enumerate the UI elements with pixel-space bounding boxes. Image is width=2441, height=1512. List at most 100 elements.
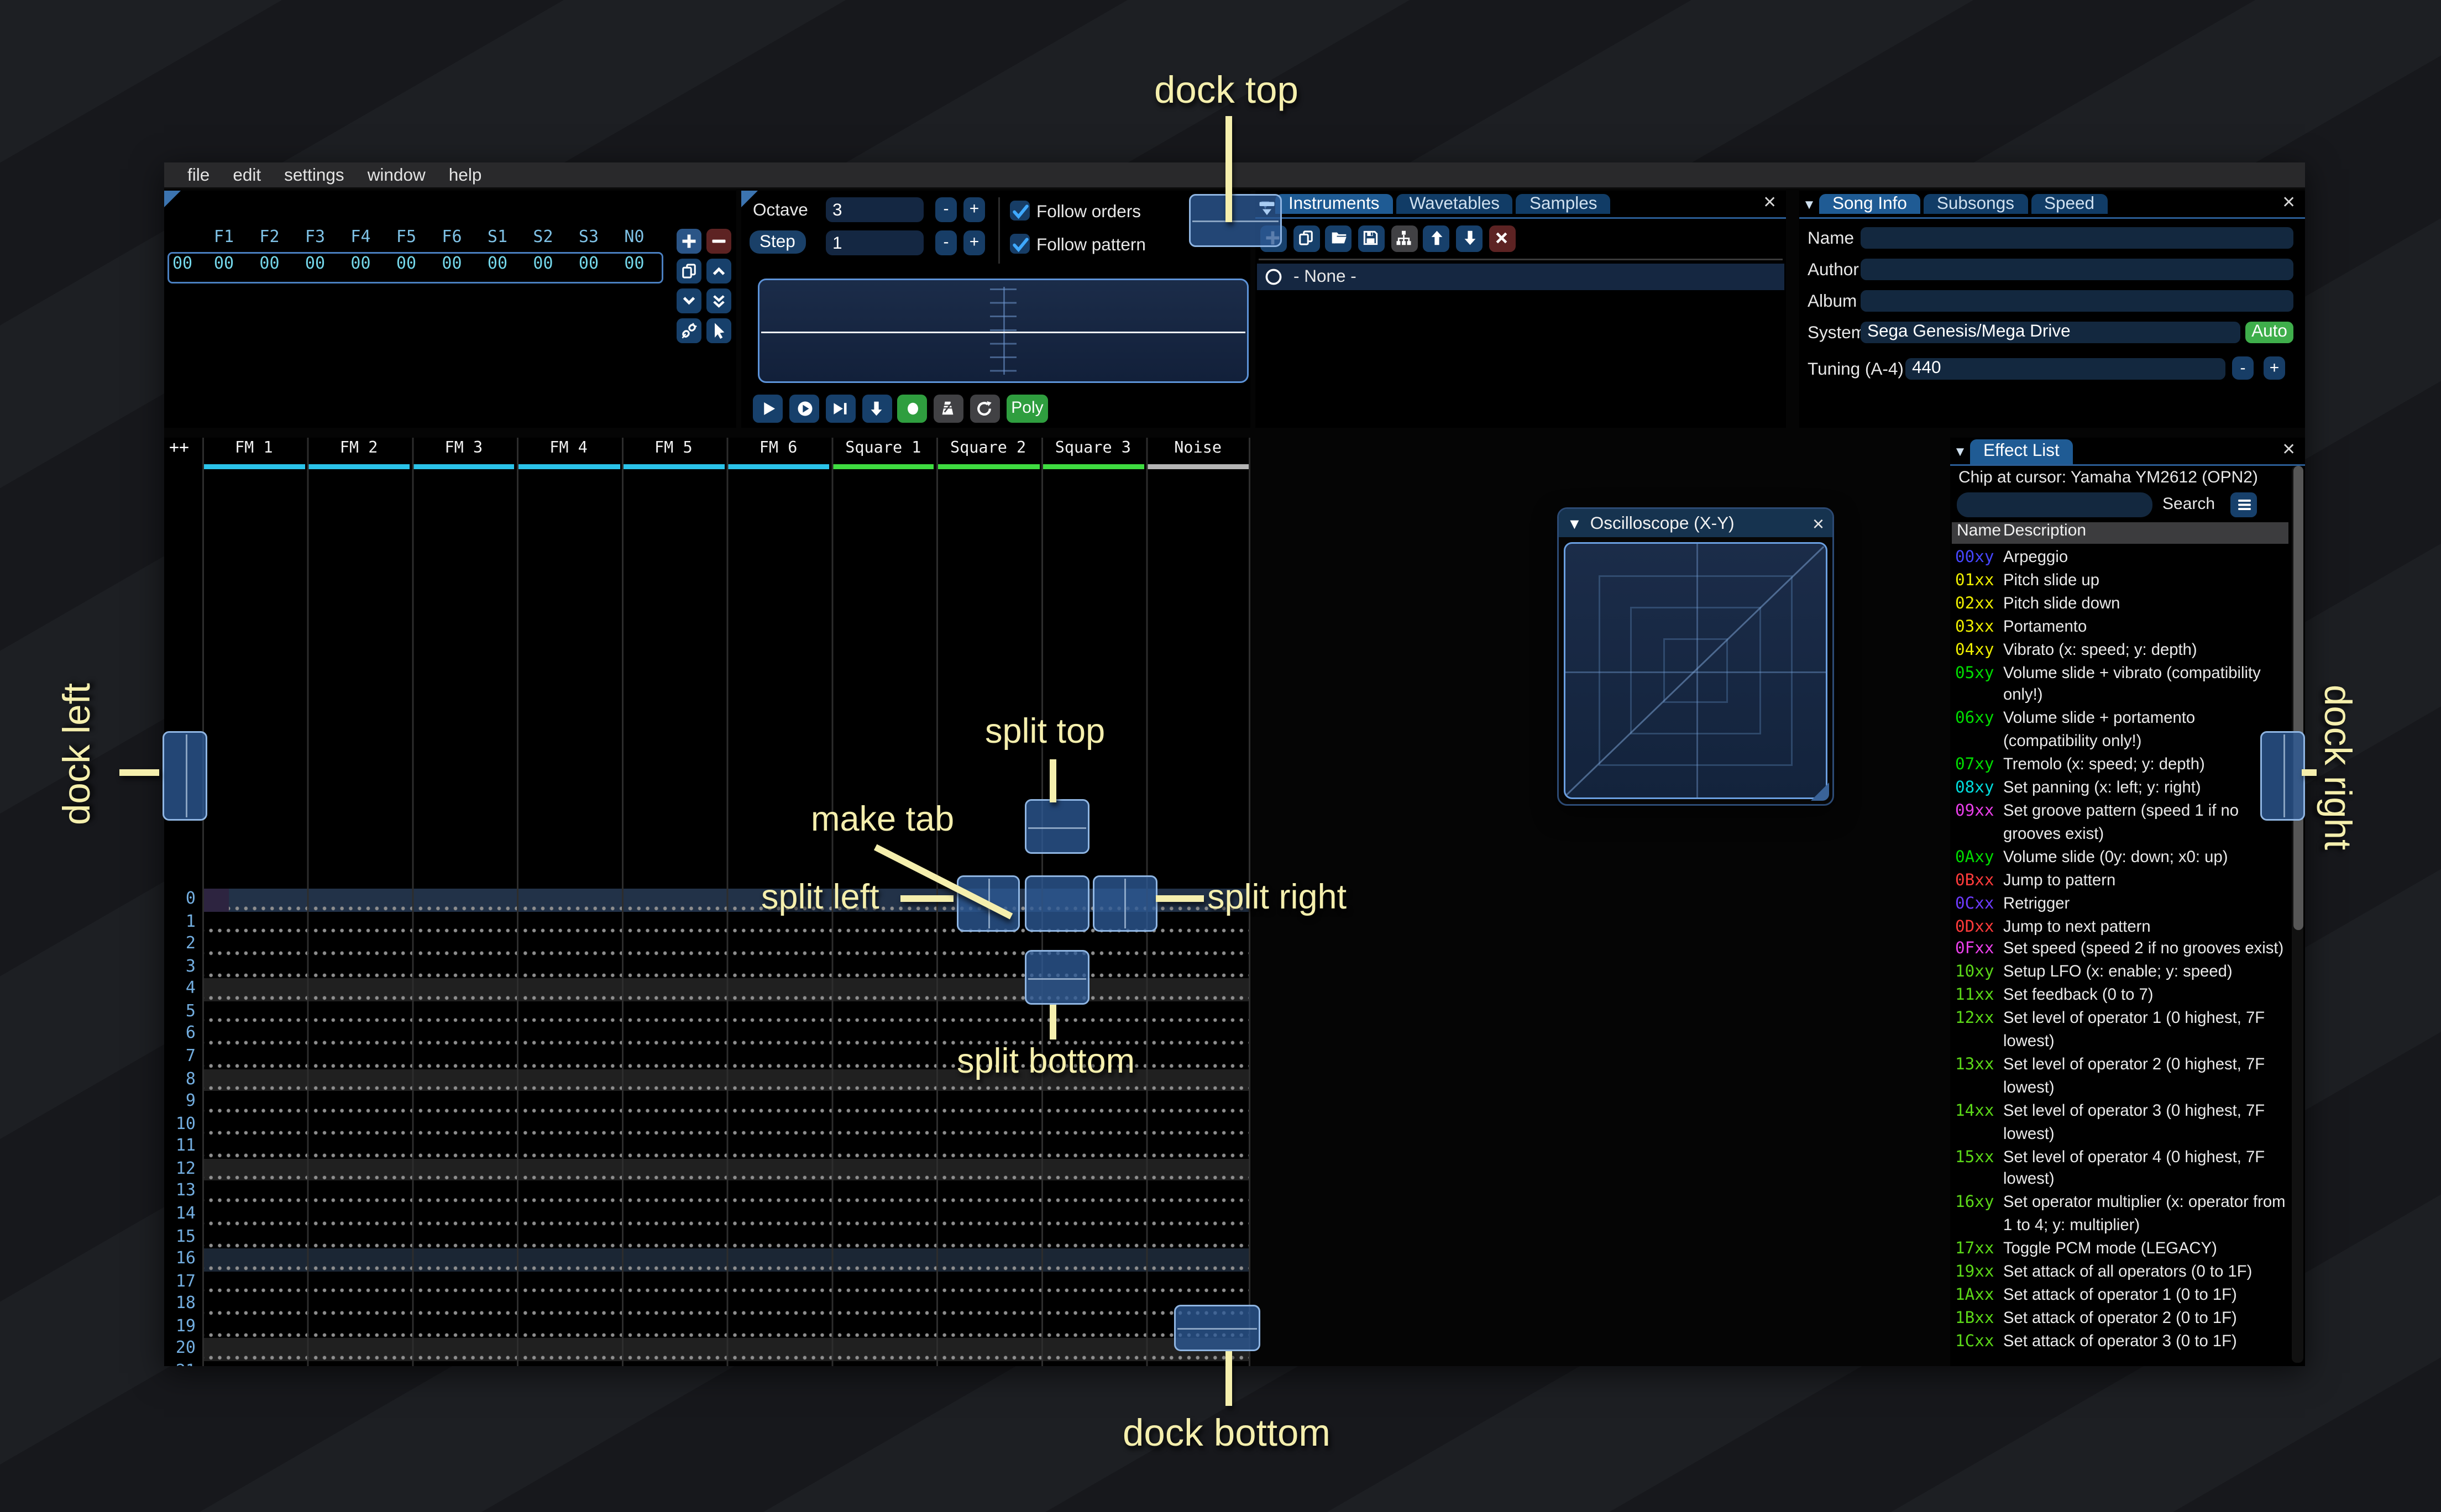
order-cell[interactable]: 00 — [569, 255, 609, 273]
effect-row[interactable]: 1Bxx Set attack of operator 2 (0 to 1F) — [1955, 1308, 2288, 1331]
row-cells[interactable] — [201, 1091, 1250, 1114]
menu-file[interactable]: file — [176, 165, 221, 185]
channel-header-fm-4[interactable]: FM 4 — [516, 439, 621, 461]
pattern-row-14[interactable]: 14 — [164, 1203, 1250, 1226]
song-info-close-icon[interactable]: × — [2277, 190, 2300, 216]
effect-row[interactable]: 0Axy Volume slide (0y: down; x0: up) — [1955, 847, 2288, 870]
order-cell[interactable]: 00 — [478, 255, 517, 273]
order-row-index[interactable]: 00 — [169, 255, 199, 273]
tab-wavetables[interactable]: Wavetables — [1396, 194, 1513, 214]
tuning-increase-button[interactable]: + — [2264, 356, 2285, 380]
pattern-row-18[interactable]: 18 — [164, 1293, 1250, 1316]
save-instrument-button[interactable] — [1358, 224, 1385, 251]
row-cells[interactable] — [201, 1114, 1250, 1136]
order-edit-mode-button[interactable] — [706, 317, 731, 343]
open-instrument-button[interactable] — [1325, 224, 1352, 251]
dock-menu-arrow-icon[interactable]: ▼ — [1799, 192, 1819, 217]
row-cells[interactable] — [201, 978, 1250, 1001]
split-target-right[interactable] — [1092, 874, 1157, 931]
effect-row[interactable]: 01xx Pitch slide up — [1955, 570, 2288, 594]
effect-row[interactable]: 09xx Set groove pattern (speed 1 if no gr… — [1955, 801, 2288, 847]
tab-subsongs[interactable]: Subsongs — [1923, 194, 2028, 214]
remove-order-button[interactable] — [706, 228, 731, 253]
row-cells[interactable] — [201, 1203, 1250, 1226]
make-tab-target[interactable] — [1024, 874, 1089, 931]
order-cell[interactable]: 00 — [432, 255, 472, 273]
effect-row[interactable]: 1Cxx Set attack of operator 3 (0 to 1F) — [1955, 1331, 2288, 1354]
effect-row[interactable]: 14xx Set level of operator 3 (0 highest, … — [1955, 1100, 2288, 1146]
effect-row[interactable]: 10xy Setup LFO (x: enable; y: speed) — [1955, 962, 2288, 985]
effect-row[interactable]: 16xy Set operator multiplier (x: operator… — [1955, 1193, 2288, 1238]
tuning-field[interactable]: 440 — [1905, 357, 2225, 379]
pattern-row-12[interactable]: 12 — [164, 1158, 1250, 1182]
effect-row[interactable]: 0Bxx Jump to pattern — [1955, 870, 2288, 893]
oscilloscope-xy-title-bar[interactable]: ▼ Oscilloscope (X-Y) × — [1559, 509, 1832, 537]
effect-row[interactable]: 02xx Pitch slide down — [1955, 593, 2288, 616]
delete-instrument-button[interactable] — [1489, 224, 1516, 251]
order-change-all-button[interactable] — [706, 287, 731, 313]
row-cells[interactable] — [201, 1338, 1250, 1361]
effect-row[interactable]: 11xx Set feedback (0 to 7) — [1955, 985, 2288, 1009]
play-pattern-button[interactable] — [825, 395, 856, 423]
channel-header-fm-5[interactable]: FM 5 — [621, 439, 726, 461]
step-label[interactable]: Step — [750, 230, 805, 254]
split-target-top[interactable] — [1024, 799, 1089, 854]
pattern-expand-button[interactable]: ++ — [169, 439, 189, 458]
dock-target-left[interactable] — [163, 731, 207, 821]
effect-row[interactable]: 0Dxx Jump to next pattern — [1955, 916, 2288, 939]
order-cell[interactable]: 00 — [523, 255, 563, 273]
order-cell[interactable]: 00 — [295, 255, 335, 273]
effect-row[interactable]: 00xy Arpeggio — [1955, 547, 2288, 570]
row-cells[interactable] — [201, 1271, 1250, 1294]
effect-row[interactable]: 13xx Set level of operator 2 (0 highest, … — [1955, 1054, 2288, 1100]
tuning-decrease-button[interactable]: - — [2232, 356, 2254, 380]
pattern-row-10[interactable]: 10 — [164, 1114, 1250, 1136]
pattern-row-20[interactable]: 20 — [164, 1338, 1250, 1361]
follow-pattern-checkbox[interactable] — [1010, 234, 1030, 254]
menu-settings[interactable]: settings — [273, 165, 356, 185]
tab-song-info[interactable]: Song Info — [1819, 194, 1920, 214]
scrollbar-thumb[interactable] — [2292, 466, 2303, 930]
effect-row[interactable]: 03xx Portamento — [1955, 616, 2288, 639]
instrument-list-item[interactable]: - None - — [1257, 264, 1784, 290]
dock-target-bottom[interactable] — [1174, 1305, 1260, 1351]
effect-row[interactable]: 06xy Volume slide + portamento (compatibi… — [1955, 708, 2288, 754]
move-order-down-button[interactable] — [677, 287, 701, 313]
menu-window[interactable]: window — [356, 165, 437, 185]
pattern-row-5[interactable]: 5 — [164, 1001, 1250, 1024]
effect-row[interactable]: 19xx Set attack of all operators (0 to 1F… — [1955, 1262, 2288, 1285]
play-from-cursor-button[interactable] — [789, 395, 820, 423]
order-cell[interactable]: 00 — [341, 255, 381, 273]
repeat-pattern-button[interactable] — [969, 395, 999, 423]
channel-header-fm-2[interactable]: FM 2 — [306, 439, 411, 461]
effect-row[interactable]: 04xy Vibrato (x: speed; y: depth) — [1955, 639, 2288, 663]
pattern-row-9[interactable]: 9 — [164, 1091, 1250, 1114]
poly-toggle-button[interactable]: Poly — [1007, 395, 1048, 423]
oscilloscope-xy-window[interactable]: ▼ Oscilloscope (X-Y) × — [1557, 507, 1834, 806]
follow-orders-checkbox[interactable] — [1010, 201, 1030, 221]
order-cell[interactable]: 00 — [204, 255, 244, 273]
row-cells[interactable] — [201, 1001, 1250, 1024]
pattern-row-17[interactable]: 17 — [164, 1271, 1250, 1294]
instruments-close-icon[interactable]: × — [1758, 190, 1781, 216]
order-cell[interactable]: 00 — [250, 255, 290, 273]
oscilloscope-xy-close-icon[interactable]: × — [1813, 512, 1824, 535]
row-cells[interactable] — [201, 1248, 1250, 1272]
play-button[interactable] — [753, 395, 784, 423]
dock-target-right[interactable] — [2260, 731, 2305, 821]
tab-instruments[interactable]: Instruments — [1275, 194, 1393, 214]
system-auto-button[interactable]: Auto — [2245, 321, 2293, 343]
channel-header-noise[interactable]: Noise — [1145, 439, 1250, 461]
window-corner-wedge[interactable] — [164, 191, 181, 207]
dock-target-top[interactable] — [1189, 194, 1282, 247]
row-cells[interactable] — [201, 1136, 1250, 1159]
channel-header-square-1[interactable]: Square 1 — [831, 439, 936, 461]
author-field[interactable] — [1861, 258, 2293, 280]
tab-samples[interactable]: Samples — [1516, 194, 1611, 214]
move-instrument-down-button[interactable] — [1456, 224, 1483, 251]
metronome-button[interactable] — [933, 395, 963, 423]
effect-row[interactable]: 05xy Volume slide + vibrato (compatibilit… — [1955, 663, 2288, 708]
add-order-button[interactable] — [677, 228, 701, 253]
instrument-folder-view-button[interactable] — [1390, 224, 1417, 251]
order-cell[interactable]: 00 — [386, 255, 426, 273]
